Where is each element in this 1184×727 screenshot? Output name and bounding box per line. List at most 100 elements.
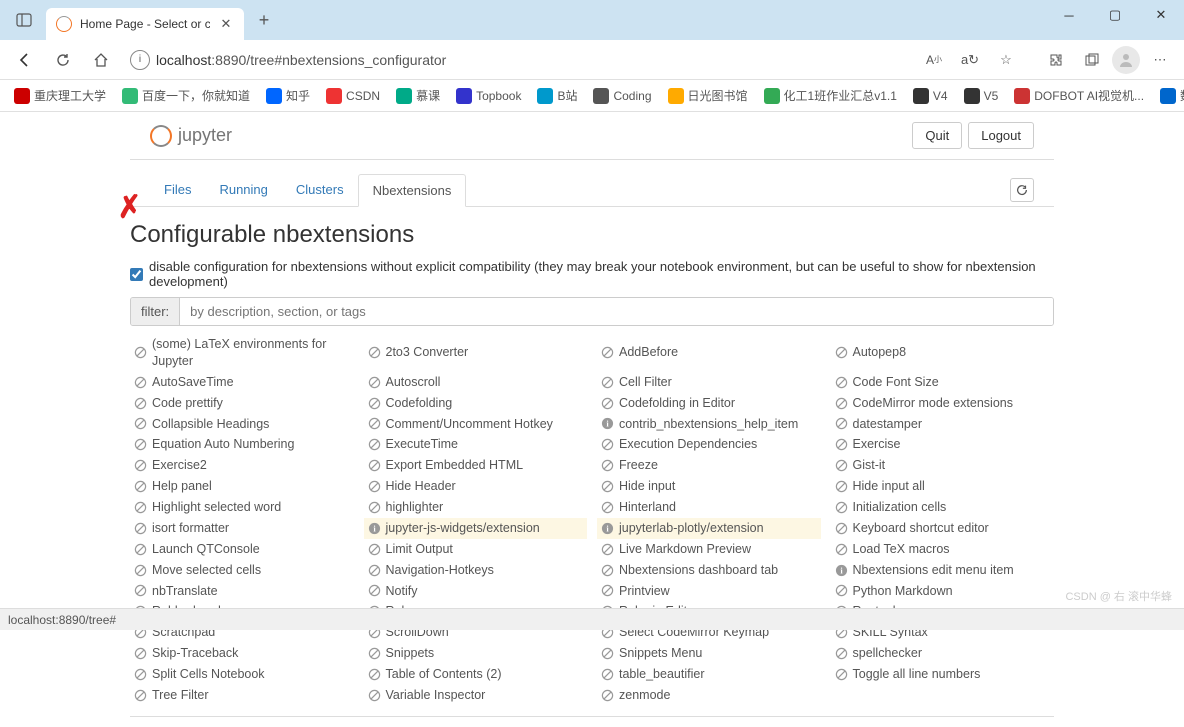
extension-item[interactable]: Keyboard shortcut editor xyxy=(831,518,1055,539)
tab-nbextensions[interactable]: Nbextensions xyxy=(358,174,467,207)
extension-item[interactable]: (some) LaTeX environments for Jupyter xyxy=(130,334,354,372)
extension-item[interactable]: Printview xyxy=(597,581,821,602)
bookmark-item[interactable]: 百度一下，你就知道 xyxy=(116,85,256,106)
extension-item[interactable]: Execution Dependencies xyxy=(597,434,821,455)
extension-item[interactable]: Freeze xyxy=(597,455,821,476)
extension-item[interactable]: Hide Header xyxy=(364,476,588,497)
extension-item[interactable]: Codefolding in Editor xyxy=(597,393,821,414)
extension-item[interactable]: table_beautifier xyxy=(597,664,821,685)
extension-item[interactable]: CodeMirror mode extensions xyxy=(831,393,1055,414)
extension-item[interactable]: Autoscroll xyxy=(364,372,588,393)
extension-item[interactable]: Limit Output xyxy=(364,539,588,560)
refresh-button[interactable] xyxy=(46,43,80,77)
extension-item[interactable]: Live Markdown Preview xyxy=(597,539,821,560)
extension-item[interactable]: Notify xyxy=(364,581,588,602)
extension-item[interactable]: Nbextensions dashboard tab xyxy=(597,560,821,581)
extension-item[interactable]: Hide input xyxy=(597,476,821,497)
home-button[interactable] xyxy=(84,43,118,77)
extension-item[interactable]: Initialization cells xyxy=(831,497,1055,518)
extension-item[interactable]: Highlight selected word xyxy=(130,497,354,518)
extension-item[interactable]: Load TeX macros xyxy=(831,539,1055,560)
tab-clusters[interactable]: Clusters xyxy=(282,174,358,206)
extension-item[interactable]: nbTranslate xyxy=(130,581,354,602)
extension-item[interactable]: Code Font Size xyxy=(831,372,1055,393)
bookmark-item[interactable]: CSDN xyxy=(320,86,386,106)
bookmark-item[interactable]: 知乎 xyxy=(260,85,316,106)
extension-item[interactable]: highlighter xyxy=(364,497,588,518)
extension-item[interactable]: Exercise xyxy=(831,434,1055,455)
extension-item[interactable]: Collapsible Headings xyxy=(130,414,354,435)
bookmark-item[interactable]: Topbook xyxy=(450,86,527,106)
bookmark-item[interactable]: 日光图书馆 xyxy=(662,85,754,106)
bookmark-item[interactable]: B站 xyxy=(531,85,583,106)
more-icon[interactable]: ⋯ xyxy=(1144,44,1176,76)
extension-item[interactable]: Export Embedded HTML xyxy=(364,455,588,476)
bookmark-item[interactable]: 重庆理工大学 xyxy=(8,85,112,106)
extension-item[interactable]: Code prettify xyxy=(130,393,354,414)
maximize-button[interactable]: ▢ xyxy=(1092,0,1138,30)
bookmark-item[interactable]: Coding xyxy=(587,86,657,106)
bookmark-item[interactable]: 数学公式识别神器... xyxy=(1154,85,1184,106)
extension-item[interactable]: isort formatter xyxy=(130,518,354,539)
extension-item[interactable]: Hinterland xyxy=(597,497,821,518)
extensions-icon[interactable] xyxy=(1040,44,1072,76)
close-window-button[interactable]: ✕ xyxy=(1138,0,1184,30)
extension-item[interactable]: Snippets Menu xyxy=(597,643,821,664)
address-bar[interactable]: i localhost:8890/tree#nbextensions_confi… xyxy=(122,45,914,75)
extension-item[interactable]: Table of Contents (2) xyxy=(364,664,588,685)
extension-item[interactable]: AddBefore xyxy=(597,334,821,372)
extension-item[interactable]: Launch QTConsole xyxy=(130,539,354,560)
read-aloud-icon[interactable]: a↻ xyxy=(954,44,986,76)
extension-item[interactable]: Exercise2 xyxy=(130,455,354,476)
extension-item[interactable]: Toggle all line numbers xyxy=(831,664,1055,685)
filter-input[interactable] xyxy=(180,298,1053,325)
new-tab-button[interactable]: + xyxy=(250,6,278,34)
extension-item[interactable]: Snippets xyxy=(364,643,588,664)
quit-button[interactable]: Quit xyxy=(912,122,962,149)
text-size-icon[interactable]: A小 xyxy=(918,44,950,76)
extension-item[interactable]: ijupyterlab-plotly/extension xyxy=(597,518,821,539)
profile-avatar[interactable] xyxy=(1112,46,1140,74)
minimize-button[interactable]: ─ xyxy=(1046,0,1092,30)
extension-item[interactable]: zenmode xyxy=(597,685,821,706)
extension-item[interactable]: Move selected cells xyxy=(130,560,354,581)
extension-item[interactable]: Tree Filter xyxy=(130,685,354,706)
bookmark-item[interactable]: 慕课 xyxy=(390,85,446,106)
extension-item[interactable]: Cell Filter xyxy=(597,372,821,393)
extension-item[interactable]: ijupyter-js-widgets/extension xyxy=(364,518,588,539)
back-button[interactable] xyxy=(8,43,42,77)
tab-files[interactable]: Files xyxy=(150,174,205,206)
disable-compat-checkbox-row[interactable]: disable configuration for nbextensions w… xyxy=(130,259,1054,289)
extension-item[interactable]: Split Cells Notebook xyxy=(130,664,354,685)
extension-item[interactable]: Codefolding xyxy=(364,393,588,414)
extension-item[interactable]: iNbextensions edit menu item xyxy=(831,560,1055,581)
disable-compat-checkbox[interactable] xyxy=(130,268,143,281)
extension-item[interactable]: Variable Inspector xyxy=(364,685,588,706)
extension-item[interactable]: AutoSaveTime xyxy=(130,372,354,393)
bookmark-item[interactable]: V5 xyxy=(958,86,1005,106)
logout-button[interactable]: Logout xyxy=(968,122,1034,149)
extension-item[interactable]: ExecuteTime xyxy=(364,434,588,455)
bookmark-item[interactable]: DOFBOT AI视觉机... xyxy=(1008,85,1150,106)
tab-running[interactable]: Running xyxy=(205,174,281,206)
extension-item[interactable]: Gist-it xyxy=(831,455,1055,476)
extension-item[interactable]: Autopep8 xyxy=(831,334,1055,372)
extension-item[interactable]: Hide input all xyxy=(831,476,1055,497)
site-info-icon[interactable]: i xyxy=(130,50,150,70)
extension-item[interactable]: Navigation-Hotkeys xyxy=(364,560,588,581)
bookmark-item[interactable]: 化工1班作业汇总v1.1 xyxy=(758,85,903,106)
bookmark-item[interactable]: V4 xyxy=(907,86,954,106)
browser-tab[interactable]: Home Page - Select or create a n ✕ xyxy=(46,8,244,40)
jupyter-logo[interactable]: jupyter xyxy=(150,125,232,147)
refresh-list-button[interactable] xyxy=(1010,178,1034,202)
extension-item[interactable]: 2to3 Converter xyxy=(364,334,588,372)
extension-item[interactable]: Help panel xyxy=(130,476,354,497)
favorites-icon[interactable]: ☆ xyxy=(990,44,1022,76)
extension-item[interactable]: Python Markdown xyxy=(831,581,1055,602)
extension-item[interactable]: icontrib_nbextensions_help_item xyxy=(597,414,821,435)
extension-item[interactable]: spellchecker xyxy=(831,643,1055,664)
extension-item[interactable]: Skip-Traceback xyxy=(130,643,354,664)
extension-item[interactable]: Comment/Uncomment Hotkey xyxy=(364,414,588,435)
collections-icon[interactable] xyxy=(1076,44,1108,76)
sidebar-toggle-icon[interactable] xyxy=(12,8,36,32)
